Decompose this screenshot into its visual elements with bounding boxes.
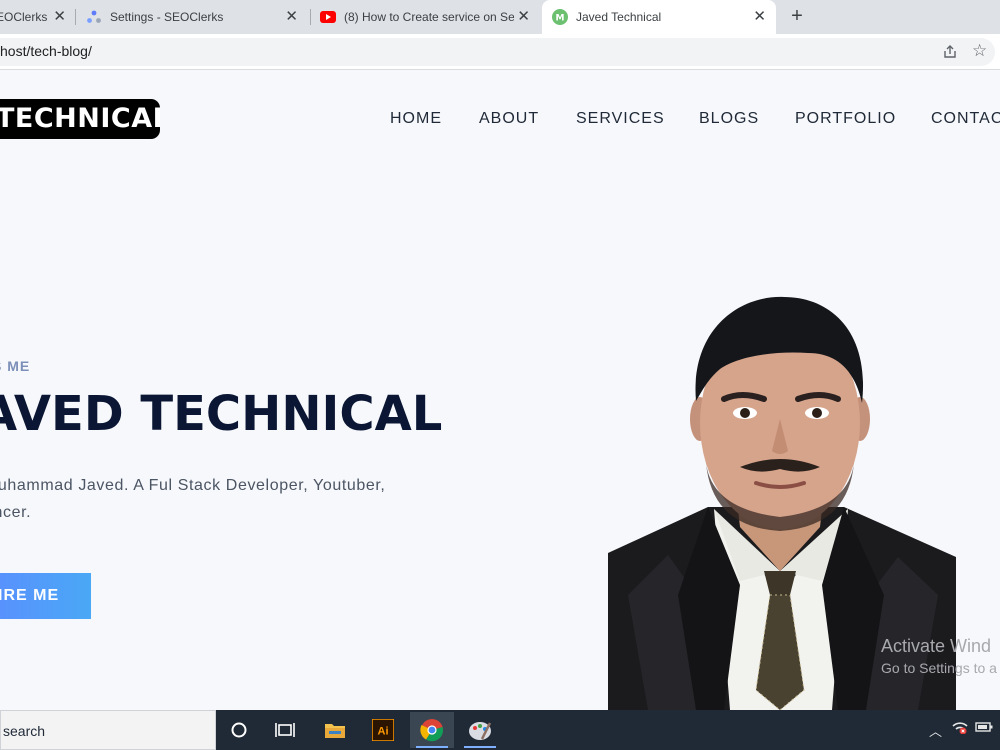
new-tab-button[interactable]: + <box>786 5 808 27</box>
open-indicator <box>464 746 496 748</box>
seoclerks-favicon-icon <box>86 9 102 25</box>
taskbar-search-box[interactable]: search <box>0 710 216 750</box>
tab-seoclerks[interactable]: SEOClerks ✕ <box>0 0 72 34</box>
hero-description-line1: Muhammad Javed. A Ful Stack Developer, Y… <box>0 477 386 494</box>
watermark-line2: Go to Settings to a <box>881 660 997 676</box>
illustrator-label: Ai <box>378 726 389 738</box>
tab-title: (8) How to Create service on Seo <box>344 10 514 24</box>
hire-me-button[interactable]: IRE ME <box>0 573 91 619</box>
bookmark-star-icon[interactable]: ☆ <box>972 41 987 61</box>
youtube-icon <box>320 9 336 25</box>
tab-strip: SEOClerks ✕ Settings - SEOClerks ✕ (8) H… <box>0 0 1000 34</box>
tab-title: SEOClerks <box>0 10 48 24</box>
close-icon[interactable]: ✕ <box>285 9 298 25</box>
close-icon[interactable]: ✕ <box>53 9 66 25</box>
hero-eyebrow: S ME <box>0 358 31 374</box>
paint-icon[interactable] <box>458 712 502 748</box>
site-logo[interactable]: TECHNICAL <box>0 99 160 139</box>
share-icon[interactable] <box>942 44 958 60</box>
file-explorer-icon[interactable] <box>313 712 357 748</box>
hero-description: Muhammad Javed. A Ful Stack Developer, Y… <box>0 472 448 526</box>
nav-contact[interactable]: CONTAC <box>931 110 1000 128</box>
nav-home[interactable]: HOME <box>390 110 442 128</box>
hero-title: AVED TECHNICAL <box>0 386 443 442</box>
nav-about[interactable]: ABOUT <box>479 110 539 128</box>
illustrator-icon[interactable]: Ai <box>361 712 405 748</box>
tab-settings-seoclerks[interactable]: Settings - SEOClerks ✕ <box>78 0 308 34</box>
task-view-icon[interactable] <box>263 712 307 748</box>
battery-icon[interactable] <box>975 720 993 736</box>
tab-divider <box>310 9 311 25</box>
active-indicator <box>416 746 448 748</box>
tab-youtube-video[interactable]: (8) How to Create service on Seo ✕ <box>312 0 540 34</box>
site-favicon-icon: M <box>552 9 568 25</box>
nav-blogs[interactable]: BLOGS <box>699 110 759 128</box>
network-error-icon[interactable] <box>951 720 969 737</box>
tab-title: Settings - SEOClerks <box>110 10 224 24</box>
web-page: TECHNICAL HOME ABOUT SERVICES BLOGS PORT… <box>0 70 1000 710</box>
chrome-icon[interactable] <box>410 712 454 748</box>
url-text[interactable]: host/tech-blog/ <box>0 43 92 59</box>
tab-divider <box>75 9 76 25</box>
svg-text:M: M <box>556 14 565 24</box>
close-icon[interactable]: ✕ <box>517 9 530 25</box>
hero-description-line2: ancer. <box>0 504 32 521</box>
cortana-icon[interactable] <box>217 712 261 748</box>
browser-toolbar <box>0 34 1000 70</box>
close-icon[interactable]: ✕ <box>753 9 766 25</box>
nav-services[interactable]: SERVICES <box>576 110 665 128</box>
tab-javed-technical[interactable]: M Javed Technical ✕ <box>542 0 776 34</box>
tab-title: Javed Technical <box>576 10 662 24</box>
nav-portfolio[interactable]: PORTFOLIO <box>795 110 896 128</box>
watermark-line1: Activate Wind <box>881 636 992 656</box>
windows-activation-watermark: Activate Wind Go to Settings to a <box>881 636 997 676</box>
show-hidden-icons-icon[interactable]: ︿ <box>929 721 942 740</box>
address-bar[interactable] <box>0 38 995 66</box>
taskbar-search-text: search <box>3 723 46 739</box>
